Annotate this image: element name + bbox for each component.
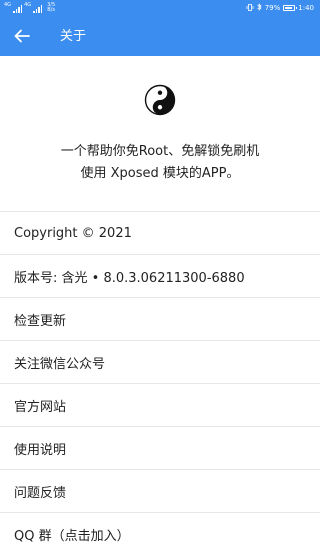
copyright-item: Copyright © 2021 [0,211,320,254]
bluetooth-icon [256,3,262,13]
description-line-2: 使用 Xposed 模块的APP。 [80,166,240,181]
follow-wechat-item[interactable]: 关注微信公众号 [0,340,320,383]
status-bar-right: 79% 1:40 [246,3,314,13]
signal-icon-2 [33,5,43,13]
check-update-item[interactable]: 检查更新 [0,297,320,340]
app-description: 一个帮助你免Root、免解锁免刷机 使用 Xposed 模块的APP。 [0,141,320,185]
app-header: 4G 4G 3/5 B/s 79% 1:40 关于 [0,0,320,56]
net-speed: 3/5 B/s [47,3,55,13]
battery-percent: 79% [264,4,281,12]
page-title: 关于 [60,29,87,44]
status-bar-left: 4G 4G 3/5 B/s [4,3,55,13]
app-bar: 关于 [0,18,320,56]
arrow-left-icon [14,28,30,47]
status-bar: 4G 4G 3/5 B/s 79% 1:40 [0,0,320,18]
feedback-item[interactable]: 问题反馈 [0,469,320,512]
sim1-label: 4G [4,2,12,8]
battery-icon [283,5,298,11]
back-button[interactable] [10,26,34,48]
vibrate-icon [246,3,254,13]
official-website-item[interactable]: 官方网站 [0,383,320,426]
yin-yang-icon [144,84,176,116]
sim2-label: 4G [24,2,32,8]
net-speed-unit: B/s [47,7,56,13]
usage-guide-item[interactable]: 使用说明 [0,426,320,469]
description-line-1: 一个帮助你免Root、免解锁免刷机 [60,144,260,159]
qq-group-item[interactable]: QQ 群（点击加入） [0,512,320,555]
signal-icon [13,5,23,13]
version-item[interactable]: 版本号: 含光 • 8.0.3.06211300-6880 [0,254,320,297]
about-menu: Copyright © 2021 版本号: 含光 • 8.0.3.0621130… [0,211,320,555]
clock: 1:40 [298,4,314,12]
